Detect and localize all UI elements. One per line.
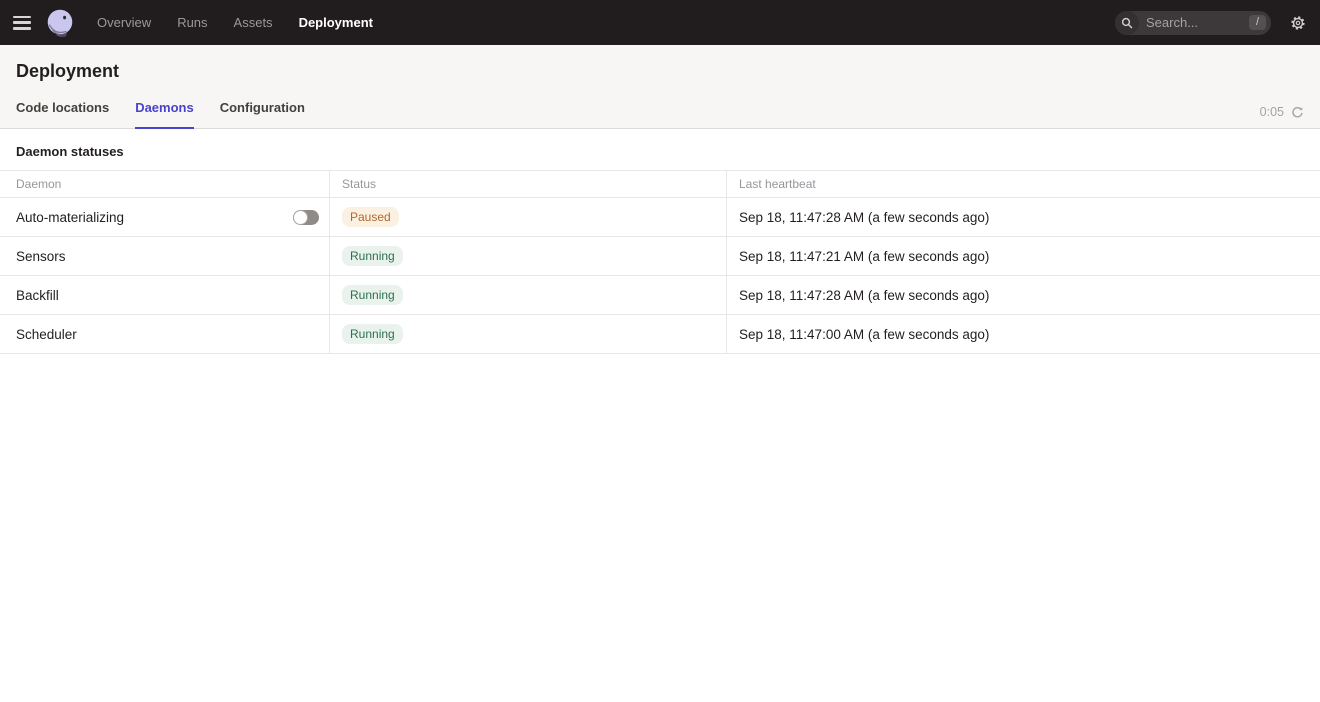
table-row: Scheduler Running Sep 18, 11:47:00 AM (a… [0, 315, 1320, 354]
search-box[interactable]: / [1115, 11, 1271, 35]
page-header: Deployment Code locations Daemons Config… [0, 45, 1320, 129]
refresh-icon[interactable] [1291, 106, 1304, 119]
last-heartbeat: Sep 18, 11:47:28 AM (a few seconds ago) [727, 198, 1320, 237]
gear-icon[interactable] [1290, 15, 1306, 31]
last-heartbeat: Sep 18, 11:47:28 AM (a few seconds ago) [727, 276, 1320, 315]
page-title: Deployment [0, 45, 1320, 94]
search-input[interactable] [1146, 15, 1232, 30]
search-icon [1115, 11, 1139, 35]
status-badge: Running [342, 246, 403, 266]
last-heartbeat: Sep 18, 11:47:00 AM (a few seconds ago) [727, 315, 1320, 354]
tab-daemons[interactable]: Daemons [135, 94, 194, 129]
auto-materialize-toggle[interactable] [293, 210, 319, 225]
tab-code-locations[interactable]: Code locations [16, 94, 109, 129]
content: Daemon statuses Daemon Status Last heart… [0, 129, 1320, 354]
nav-item-overview[interactable]: Overview [97, 15, 151, 30]
dagster-logo-icon[interactable] [45, 8, 75, 38]
top-nav: Overview Runs Assets Deployment / [0, 0, 1320, 45]
col-header-daemon: Daemon [0, 170, 330, 198]
status-badge: Running [342, 285, 403, 305]
last-heartbeat: Sep 18, 11:47:21 AM (a few seconds ago) [727, 237, 1320, 276]
table-header: Daemon Status Last heartbeat [0, 170, 1320, 198]
nav-item-assets[interactable]: Assets [234, 15, 273, 30]
status-badge: Running [342, 324, 403, 344]
daemon-name: Sensors [16, 249, 66, 264]
nav-item-deployment[interactable]: Deployment [299, 15, 373, 30]
col-header-heartbeat: Last heartbeat [727, 170, 1320, 198]
tabs-bar: Code locations Daemons Configuration 0:0… [0, 94, 1320, 129]
daemon-name: Scheduler [16, 327, 77, 342]
daemon-table: Daemon Status Last heartbeat Auto-materi… [0, 170, 1320, 354]
status-badge: Paused [342, 207, 399, 227]
refresh-countdown: 0:05 [1260, 105, 1284, 119]
refresh-area: 0:05 [1260, 105, 1304, 128]
daemon-name: Auto-materializing [16, 210, 124, 225]
section-heading: Daemon statuses [0, 129, 1320, 159]
daemon-name: Backfill [16, 288, 59, 303]
search-shortcut-badge: / [1249, 15, 1266, 30]
table-row: Sensors Running Sep 18, 11:47:21 AM (a f… [0, 237, 1320, 276]
menu-icon[interactable] [13, 16, 31, 30]
tab-configuration[interactable]: Configuration [220, 94, 305, 129]
table-row: Auto-materializing Paused Sep 18, 11:47:… [0, 198, 1320, 237]
nav-item-runs[interactable]: Runs [177, 15, 207, 30]
table-row: Backfill Running Sep 18, 11:47:28 AM (a … [0, 276, 1320, 315]
col-header-status: Status [330, 170, 727, 198]
primary-nav: Overview Runs Assets Deployment [97, 15, 373, 30]
